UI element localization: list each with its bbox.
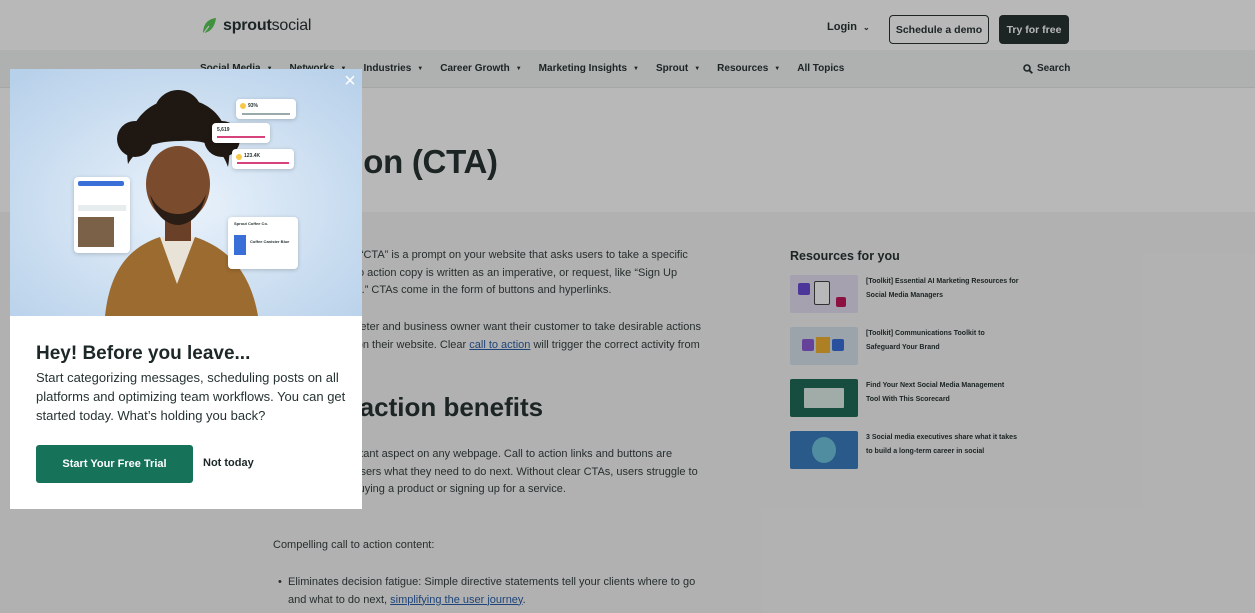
not-today-link[interactable]: Not today — [203, 457, 254, 469]
close-icon[interactable]: × — [341, 71, 359, 91]
post-preview-card — [74, 177, 130, 253]
product-post-card: Sprout Coffee Co. Coffee Canister Blue — [228, 217, 298, 269]
modal-heading: Hey! Before you leave... — [36, 343, 251, 364]
engagement-card: 123.4K — [232, 149, 294, 169]
sentiment-card: 93% — [236, 99, 296, 119]
person-illustration — [10, 69, 362, 316]
promo-image: 93% 5,619 123.4K Sprout Coffee Co. Coffe… — [10, 69, 362, 316]
start-free-trial-button[interactable]: Start Your Free Trial — [36, 445, 193, 483]
message-count-card: 5,619 — [212, 123, 270, 143]
exit-intent-modal: 93% 5,619 123.4K Sprout Coffee Co. Coffe… — [10, 69, 362, 509]
modal-body-text: Start categorizing messages, scheduling … — [36, 370, 346, 423]
